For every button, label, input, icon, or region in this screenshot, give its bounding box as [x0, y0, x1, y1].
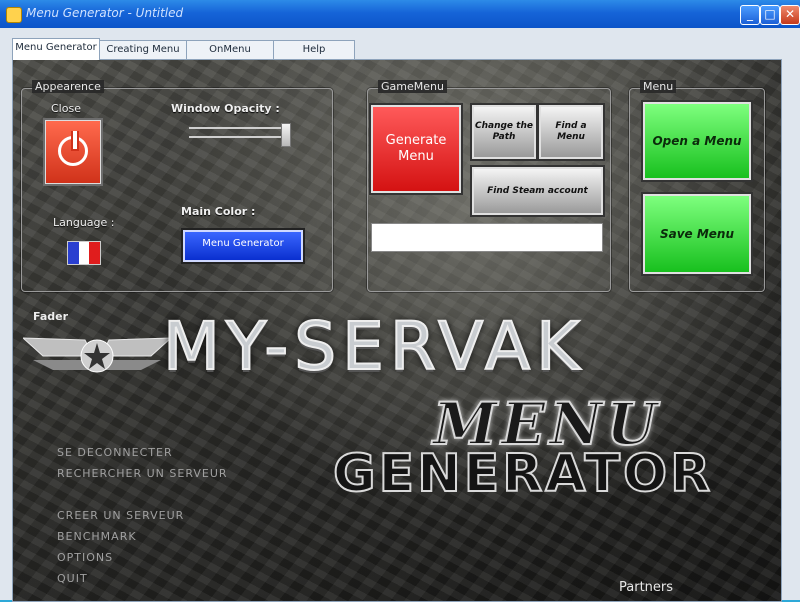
- slider-thumb[interactable]: [281, 123, 291, 147]
- fader-label: Fader: [33, 310, 69, 323]
- power-icon-bar: [71, 131, 79, 151]
- side-menu-item[interactable]: CREER UN SERVEUR: [57, 509, 184, 522]
- close-window-button[interactable]: ✕: [780, 5, 800, 25]
- side-menu-item[interactable]: BENCHMARK: [57, 530, 137, 543]
- app-window: Menu Generator - Untitled _ □ ✕ Menu Gen…: [0, 0, 800, 602]
- close-label: Close: [51, 102, 81, 115]
- generate-menu-button[interactable]: Generate Menu: [371, 105, 461, 193]
- side-menu-item[interactable]: SE DECONNECTER: [57, 446, 173, 459]
- title-bar[interactable]: Menu Generator - Untitled _ □ ✕: [0, 0, 800, 28]
- slider-track: [189, 127, 281, 129]
- language-label: Language :: [53, 216, 115, 229]
- tab-onmenu[interactable]: OnMenu: [186, 40, 274, 59]
- slider-track: [189, 136, 281, 138]
- find-menu-button[interactable]: Find a Menu: [539, 105, 603, 159]
- opacity-slider[interactable]: [189, 123, 291, 147]
- main-color-button[interactable]: Menu Generator: [183, 230, 303, 262]
- main-content: Appearence Close Window Opacity : Langua…: [12, 59, 782, 602]
- close-app-button[interactable]: [45, 120, 101, 184]
- partners-link[interactable]: Partners: [619, 580, 673, 595]
- side-menu-item[interactable]: OPTIONS: [57, 551, 113, 564]
- main-color-label: Main Color :: [181, 205, 256, 218]
- change-path-button[interactable]: Change the Path: [472, 105, 536, 159]
- winged-star-logo-icon: [23, 337, 171, 373]
- menu-generator-title-line2: GENERATOR: [332, 443, 714, 505]
- find-steam-account-button[interactable]: Find Steam account: [472, 167, 603, 215]
- appearance-title: Appearence: [32, 80, 104, 93]
- brand-logo-text: MY-SERVAK: [162, 307, 586, 386]
- minimize-button[interactable]: _: [740, 5, 760, 25]
- maximize-button[interactable]: □: [760, 5, 780, 25]
- menu-title: Menu: [640, 80, 677, 93]
- tab-menu-generator[interactable]: Menu Generator: [12, 38, 100, 60]
- tab-help[interactable]: Help: [273, 40, 355, 59]
- save-menu-button[interactable]: Save Menu: [643, 194, 751, 274]
- france-flag-icon[interactable]: [67, 241, 101, 265]
- gamemenu-path-input[interactable]: [371, 223, 603, 252]
- side-menu-item[interactable]: RECHERCHER UN SERVEUR: [57, 467, 228, 480]
- side-menu-item[interactable]: QUIT: [57, 572, 88, 585]
- app-icon: [6, 7, 22, 23]
- window-title: Menu Generator - Untitled: [26, 6, 184, 20]
- gamemenu-title: GameMenu: [378, 80, 447, 93]
- open-menu-button[interactable]: Open a Menu: [643, 102, 751, 180]
- opacity-label: Window Opacity :: [171, 102, 280, 115]
- tab-creating-menu[interactable]: Creating Menu: [99, 40, 187, 59]
